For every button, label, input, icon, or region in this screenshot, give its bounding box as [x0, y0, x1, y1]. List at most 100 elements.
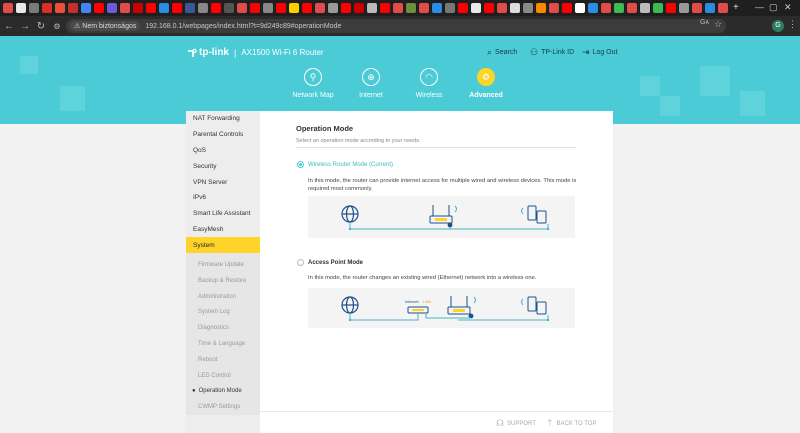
browser-tab-favicon[interactable] — [341, 3, 351, 13]
browser-tab-favicon[interactable] — [692, 3, 702, 13]
browser-tab-favicon[interactable] — [627, 3, 637, 13]
sidebar-item-ipv6[interactable]: IPv6 — [186, 190, 260, 206]
new-tab-icon[interactable]: + — [733, 3, 739, 13]
browser-tab-favicon[interactable] — [198, 3, 208, 13]
browser-tab-favicon[interactable] — [419, 3, 429, 13]
back-icon[interactable]: ← — [2, 21, 16, 32]
sidebar-subitem-backup-restore[interactable]: Backup & Restore — [186, 272, 260, 289]
wireless-router-mode-radio[interactable] — [297, 161, 304, 168]
browser-tab-favicon[interactable] — [510, 3, 520, 13]
access-point-mode-radio[interactable] — [297, 259, 304, 266]
sidebar-item-system[interactable]: System — [186, 237, 260, 254]
browser-tab-favicon[interactable] — [601, 3, 611, 13]
browser-tab-favicon[interactable] — [614, 3, 624, 13]
browser-tab-favicon[interactable] — [484, 3, 494, 13]
browser-tab-favicon[interactable] — [250, 3, 260, 13]
browser-tab-favicon[interactable] — [68, 3, 78, 13]
wireless-router-mode-option[interactable]: Wireless Router Mode (Current) — [297, 161, 393, 168]
browser-tab-favicon[interactable] — [263, 3, 273, 13]
reload-icon[interactable]: ↻ — [34, 21, 48, 32]
browser-tab-favicon[interactable] — [146, 3, 156, 13]
browser-tab-favicon[interactable] — [159, 3, 169, 13]
browser-menu-icon[interactable]: ⋮ — [788, 19, 797, 30]
browser-tab-favicon[interactable] — [575, 3, 585, 13]
access-point-mode-option[interactable]: Access Point Mode — [297, 259, 363, 266]
browser-tab-favicon[interactable] — [640, 3, 650, 13]
browser-tab-favicon[interactable] — [29, 3, 39, 13]
support-link[interactable]: ☊ SUPPORT — [496, 418, 536, 429]
browser-tab-favicon[interactable] — [172, 3, 182, 13]
sidebar-subitem-reboot[interactable]: Reboot — [186, 351, 260, 368]
browser-tab-favicon[interactable] — [302, 3, 312, 13]
browser-tab-favicon[interactable] — [237, 3, 247, 13]
browser-tab-favicon[interactable] — [523, 3, 533, 13]
minimize-icon[interactable]: — — [755, 2, 764, 12]
sidebar-subitem-system-log[interactable]: System Log — [186, 304, 260, 321]
browser-tab-favicon[interactable] — [3, 3, 13, 13]
browser-tab-favicon[interactable] — [549, 3, 559, 13]
browser-tab-favicon[interactable] — [81, 3, 91, 13]
brand-logo[interactable]: tp-link | AX1500 Wi-Fi 6 Router — [187, 47, 324, 58]
browser-tab-favicon[interactable] — [120, 3, 130, 13]
search-link[interactable]: ⌕ Search — [487, 47, 517, 58]
browser-tab-favicon[interactable] — [289, 3, 299, 13]
nav-advanced[interactable]: ⚙ Advanced — [451, 68, 521, 99]
not-secure-chip[interactable]: ⚠ Nem biztonságos — [70, 21, 141, 31]
browser-tab-favicon[interactable] — [497, 3, 507, 13]
browser-tab-favicon[interactable] — [679, 3, 689, 13]
browser-tab-favicon[interactable] — [94, 3, 104, 13]
browser-tab-favicon[interactable] — [328, 3, 338, 13]
browser-tab-favicon[interactable] — [367, 3, 377, 13]
bookmark-star-icon[interactable]: ☆ — [714, 19, 722, 30]
browser-tab-favicon[interactable] — [380, 3, 390, 13]
browser-tab-favicon[interactable] — [718, 3, 728, 13]
sidebar-subitem-diagnostics[interactable]: Diagnostics — [186, 320, 260, 337]
browser-tab-favicon[interactable] — [445, 3, 455, 13]
browser-tab-favicon[interactable] — [16, 3, 26, 13]
sidebar-subitem-operation-mode[interactable]: ● Operation Mode — [186, 383, 260, 400]
url-text[interactable]: 192.168.0.1/webpages/index.html?t=9d249c… — [145, 23, 341, 30]
browser-tab-favicon[interactable] — [185, 3, 195, 13]
browser-tab-favicon[interactable] — [458, 3, 468, 13]
browser-tab-favicon[interactable] — [666, 3, 676, 13]
browser-tab-favicon[interactable] — [653, 3, 663, 13]
tp-link-id-link[interactable]: ⚇ TP-Link ID — [530, 47, 574, 58]
browser-tab-favicon[interactable] — [588, 3, 598, 13]
browser-tab-favicon[interactable] — [705, 3, 715, 13]
profile-avatar[interactable]: G — [772, 20, 784, 32]
sidebar-item-qos[interactable]: QoS — [186, 143, 260, 159]
sidebar-item-vpn-server[interactable]: VPN Server — [186, 174, 260, 190]
sidebar-subitem-cwmp-settings[interactable]: CWMP Settings — [186, 399, 260, 416]
browser-tab-favicon[interactable] — [354, 3, 364, 13]
sidebar-item-easymesh[interactable]: EasyMesh — [186, 222, 260, 238]
browser-tab-favicon[interactable] — [42, 3, 52, 13]
browser-tab-favicon[interactable] — [536, 3, 546, 13]
browser-tab-favicon[interactable] — [315, 3, 325, 13]
browser-tab-favicon[interactable] — [224, 3, 234, 13]
maximize-icon[interactable]: ▢ — [769, 2, 778, 13]
address-bar[interactable]: ⚠ Nem biztonságos 192.168.0.1/webpages/i… — [66, 19, 726, 33]
browser-tab-favicon[interactable] — [55, 3, 65, 13]
close-window-icon[interactable]: ✕ — [784, 2, 792, 13]
browser-tab-favicon[interactable] — [432, 3, 442, 13]
back-to-top-link[interactable]: ⇡ BACK TO TOP — [546, 418, 596, 429]
browser-tab-favicon[interactable] — [393, 3, 403, 13]
sidebar-subitem-led-control[interactable]: LED Control — [186, 367, 260, 384]
sidebar-subitem-time-language[interactable]: Time & Language — [186, 336, 260, 352]
browser-tab-favicon[interactable] — [133, 3, 143, 13]
sidebar-item-nat-forwarding[interactable]: NAT Forwarding — [186, 111, 260, 127]
browser-tab-favicon[interactable] — [107, 3, 117, 13]
sidebar-subitem-administration[interactable]: Administration — [186, 288, 260, 305]
translate-icon[interactable]: Gᴀ — [700, 19, 709, 26]
sidebar-item-security[interactable]: Security — [186, 158, 260, 174]
browser-tab-favicon[interactable] — [276, 3, 286, 13]
logout-link[interactable]: ⇥ Log Out — [582, 47, 617, 58]
forward-icon[interactable]: → — [18, 21, 32, 32]
browser-tab-favicon[interactable] — [211, 3, 221, 13]
sidebar-item-parental-controls[interactable]: Parental Controls — [186, 127, 260, 143]
sidebar-item-smart-life-assistant[interactable]: Smart Life Assistant — [186, 206, 260, 222]
browser-tab-favicon[interactable] — [471, 3, 481, 13]
sidebar-subitem-firmware-update[interactable]: Firmware Update — [186, 257, 260, 273]
site-settings-icon[interactable]: ⚙ — [50, 22, 64, 31]
browser-tab-favicon[interactable] — [406, 3, 416, 13]
